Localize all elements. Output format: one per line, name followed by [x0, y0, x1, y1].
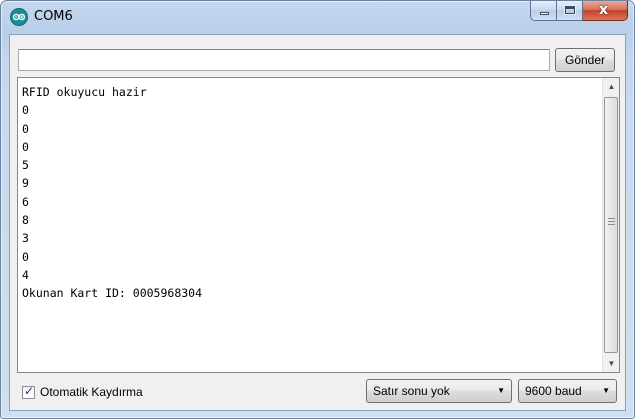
- serial-output-line: 0: [22, 121, 29, 136]
- serial-output-line: 6: [22, 194, 29, 209]
- serial-monitor-window: COM6 x Gönder RFID okuyucu hazir 0 0 0 5 9 6 8 3…: [0, 0, 635, 419]
- serial-output-line: RFID okuyucu hazir: [22, 85, 147, 99]
- autoscroll-label: Otomatik Kaydırma: [40, 385, 143, 399]
- serial-output-line: 4: [22, 267, 29, 282]
- close-button[interactable]: x: [583, 1, 628, 21]
- maximize-button[interactable]: [557, 1, 583, 21]
- serial-output-line: 0: [22, 103, 29, 118]
- close-icon: x: [599, 2, 609, 18]
- client-area: Gönder RFID okuyucu hazir 0 0 0 5 9 6 8 3 0 4 Okuna…: [9, 34, 626, 411]
- arduino-icon: [10, 8, 28, 26]
- arrow-down-icon[interactable]: ▼: [603, 355, 620, 372]
- chevron-down-icon: ▼: [602, 386, 610, 395]
- autoscroll-toggle[interactable]: ✓ Otomatik Kaydırma: [22, 384, 143, 400]
- serial-output-line: 8: [22, 213, 29, 228]
- line-ending-select[interactable]: Satır sonu yok ▼: [366, 379, 512, 403]
- autoscroll-checkbox[interactable]: ✓: [22, 383, 35, 399]
- serial-output-text: RFID okuyucu hazir 0 0 0 5 9 6 8 3 0 4 Okunan Kart …: [22, 83, 600, 303]
- serial-output-area[interactable]: RFID okuyucu hazir 0 0 0 5 9 6 8 3 0 4 Okunan Kart …: [17, 77, 620, 373]
- caption-buttons: x: [530, 1, 628, 21]
- serial-output-line: 3: [22, 231, 29, 246]
- checkmark-icon: ✓: [24, 383, 35, 398]
- serial-send-input[interactable]: [18, 49, 550, 71]
- serial-output-line: Okunan Kart ID: 0005968304: [22, 286, 203, 301]
- scrollbar-thumb[interactable]: [604, 97, 618, 353]
- chevron-down-icon: ▼: [497, 386, 505, 395]
- line-ending-value: Satır sonu yok: [373, 384, 450, 398]
- grip-icon: [608, 218, 615, 225]
- serial-output-line: 0: [22, 139, 29, 154]
- serial-output-line: 5: [22, 158, 29, 173]
- minimize-button[interactable]: [530, 1, 557, 21]
- serial-output-line: 0: [22, 249, 29, 264]
- vertical-scrollbar[interactable]: ▲ ▼: [602, 78, 619, 372]
- maximize-icon: [565, 6, 575, 14]
- arrow-up-icon[interactable]: ▲: [603, 78, 620, 95]
- minimize-icon: [540, 12, 549, 15]
- window-title: COM6: [34, 9, 73, 24]
- serial-output-line: 9: [22, 176, 29, 191]
- send-button[interactable]: Gönder: [555, 48, 615, 72]
- baud-rate-value: 9600 baud: [525, 384, 582, 398]
- title-bar[interactable]: COM6 x: [1, 1, 634, 33]
- baud-rate-select[interactable]: 9600 baud ▼: [518, 379, 617, 403]
